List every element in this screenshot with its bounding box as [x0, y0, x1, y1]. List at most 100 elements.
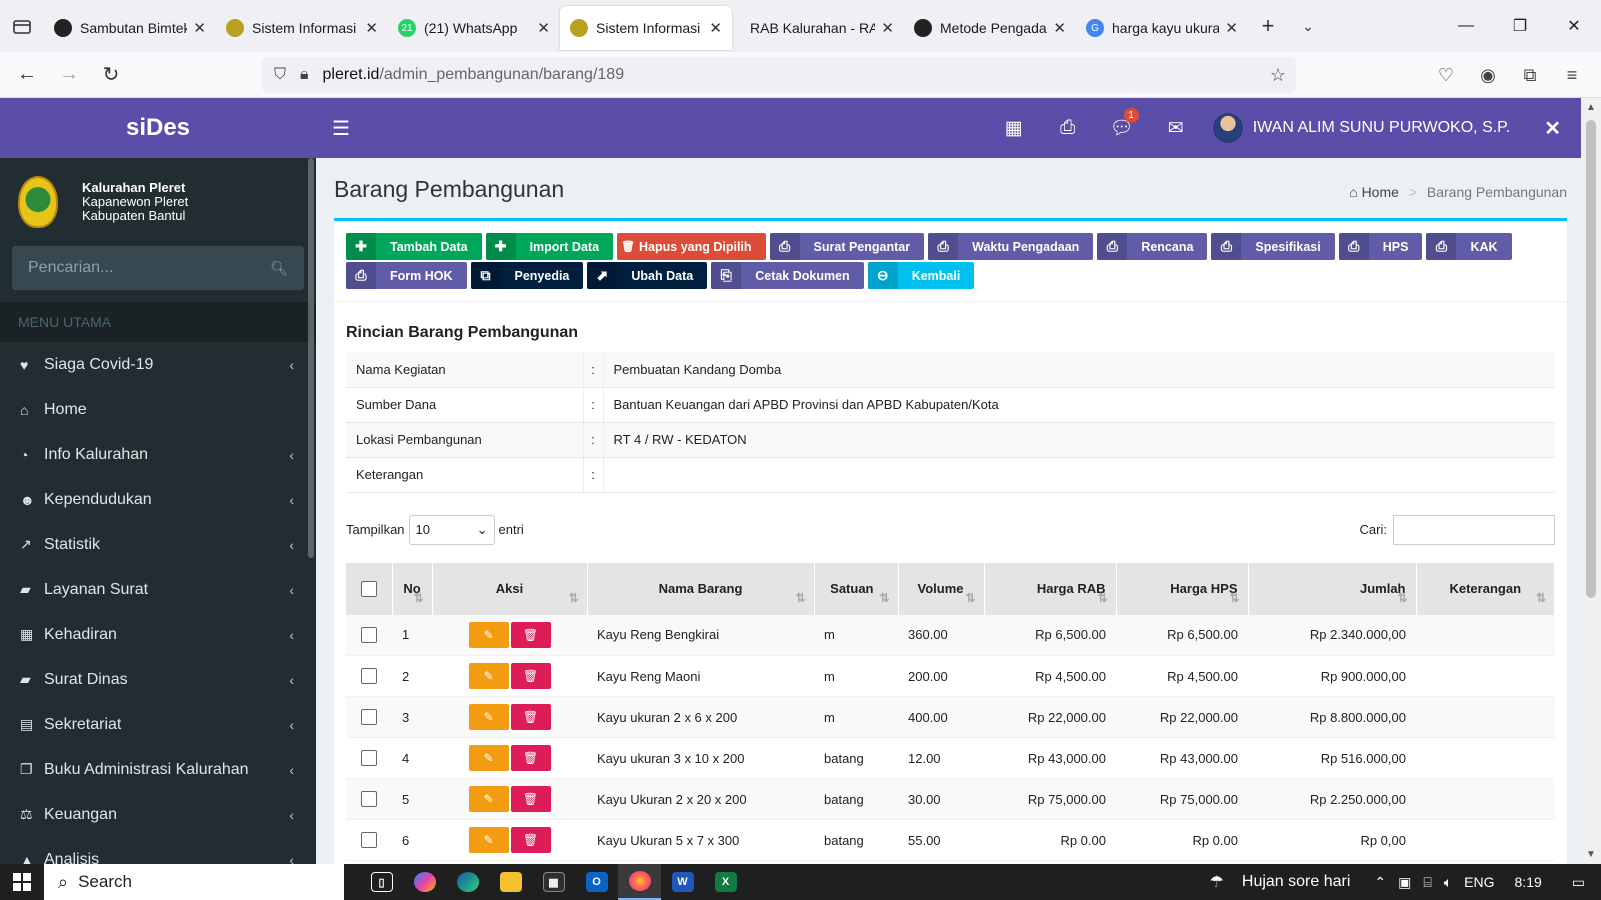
firefox-icon[interactable] — [618, 864, 661, 900]
edit-icon[interactable]: ✎ — [468, 663, 509, 689]
sidebar-scrollbar[interactable] — [308, 158, 314, 558]
kembali-button[interactable]: ⊖ Kembali — [867, 262, 975, 289]
trash-icon[interactable]: 🗑 — [510, 663, 551, 689]
close-tab-icon[interactable]: ✕ — [1053, 19, 1066, 37]
trash-icon[interactable]: 🗑 — [510, 827, 551, 853]
edge-icon[interactable] — [446, 864, 489, 900]
close-icon[interactable]: ✕ — [1544, 116, 1561, 141]
lock-icon[interactable]: 🔒︎ — [300, 66, 309, 84]
restore-icon[interactable]: ❐ — [1493, 0, 1547, 52]
row-checkbox[interactable] — [361, 750, 377, 767]
shield-icon[interactable]: ⛉ — [274, 66, 286, 84]
hapus-dipilih-button[interactable]: 🗑 Hapus yang Dipilih — [617, 233, 766, 260]
print-icon[interactable]: ⎙ — [1041, 117, 1095, 139]
sidebar-item-siaga-covid-19[interactable]: ♥ Siaga Covid-19 ‹ — [0, 342, 316, 387]
weather-text[interactable]: Hujan sore hari — [1242, 873, 1351, 891]
row-checkbox[interactable] — [361, 709, 377, 726]
meet-icon[interactable]: ▣ — [1398, 874, 1411, 891]
browser-tab[interactable]: Gharga kayu ukuran ✕ — [1076, 6, 1248, 50]
col-no[interactable]: No ⇅ — [392, 562, 433, 615]
rencana-button[interactable]: ⎙ Rencana — [1097, 233, 1208, 260]
brand-logo[interactable]: siDes — [0, 98, 316, 158]
edit-icon[interactable]: ✎ — [468, 704, 509, 730]
close-tab-icon[interactable]: ✕ — [193, 19, 206, 37]
import-data-button[interactable]: ✚ Import Data — [485, 233, 614, 260]
windows-start-button[interactable] — [0, 873, 44, 891]
col-harga-hps[interactable]: Harga HPS ⇅ — [1116, 562, 1249, 615]
col-harga-rab[interactable]: Harga RAB ⇅ — [984, 562, 1117, 615]
sidebar-item-statistik[interactable]: ↗ Statistik ‹ — [0, 522, 316, 567]
select-all-checkbox[interactable] — [360, 580, 377, 597]
close-tab-icon[interactable]: ✕ — [709, 19, 722, 37]
minimize-icon[interactable]: — — [1439, 0, 1493, 52]
excel-icon[interactable]: X — [704, 864, 747, 900]
close-tab-icon[interactable]: ✕ — [881, 19, 894, 37]
col-nama-barang[interactable]: Nama Barang ⇅ — [587, 562, 815, 615]
row-checkbox[interactable] — [361, 668, 377, 685]
table-search-input[interactable] — [1393, 514, 1555, 545]
envelope-icon[interactable]: ✉ — [1149, 117, 1203, 140]
extensions-icon[interactable]: ⧉ — [1509, 65, 1551, 86]
edit-icon[interactable]: ✎ — [468, 745, 509, 771]
sidebar-item-analisis[interactable]: ▲ Analisis ‹ — [0, 837, 316, 865]
close-tab-icon[interactable]: ✕ — [1225, 19, 1238, 37]
language-indicator[interactable]: ENG — [1464, 874, 1494, 890]
sidebar-item-sekretariat[interactable]: ▤ Sekretariat ‹ — [0, 702, 316, 747]
trash-icon[interactable]: 🗑 — [510, 786, 551, 812]
breadcrumb-home[interactable]: Home — [1362, 184, 1399, 200]
form-hok-button[interactable]: ⎙ Form HOK — [346, 262, 467, 289]
sidebar-item-layanan-surat[interactable]: ▰ Layanan Surat ‹ — [0, 567, 316, 612]
pocket-icon[interactable]: ♡ — [1425, 65, 1467, 86]
close-tab-icon[interactable]: ✕ — [537, 19, 550, 37]
col-aksi[interactable]: Aksi ⇅ — [432, 562, 588, 615]
browser-tab[interactable]: Metode Pengadaa ✕ — [904, 6, 1076, 50]
sidebar-item-kependudukan[interactable]: ☻ Kependudukan ‹ — [0, 477, 316, 522]
outlook-icon[interactable]: O — [575, 864, 618, 900]
cetak-dokumen-button[interactable]: ⎘ Cetak Dokumen — [711, 262, 864, 289]
hamburger-icon[interactable]: ☰ — [332, 116, 350, 141]
network-icon[interactable]: ⌸ — [1423, 874, 1431, 891]
file-explorer-icon[interactable] — [489, 864, 532, 900]
forward-icon[interactable]: → — [48, 63, 90, 86]
row-checkbox[interactable] — [361, 832, 377, 849]
col-satuan[interactable]: Satuan ⇅ — [814, 562, 899, 615]
browser-tab[interactable]: Sistem Informasi K ✕ — [216, 6, 388, 50]
kak-button[interactable]: ⎙ KAK — [1426, 233, 1512, 260]
col-keterangan[interactable]: Keterangan ⇅ — [1416, 562, 1555, 615]
store-icon[interactable]: ▦ — [532, 864, 575, 900]
task-view-icon[interactable]: ▯ — [360, 864, 403, 900]
taskbar-search[interactable]: ⌕ Search — [44, 864, 344, 900]
notifications-icon[interactable]: ▭ — [1572, 874, 1585, 891]
surat-pengantar-button[interactable]: ⎙ Surat Pengantar — [769, 233, 925, 260]
edit-icon[interactable]: ✎ — [468, 786, 509, 812]
penyedia-button[interactable]: ⧉ Penyedia — [470, 262, 584, 289]
scroll-thumb[interactable] — [1586, 120, 1596, 598]
sidebar-item-kehadiran[interactable]: ▦ Kehadiran ‹ — [0, 612, 316, 657]
sidebar-item-keuangan[interactable]: ⚖ Keuangan ‹ — [0, 792, 316, 837]
scroll-down-icon[interactable]: ▼ — [1581, 849, 1601, 860]
trash-icon[interactable]: 🗑 — [510, 704, 551, 730]
trash-icon[interactable]: 🗑 — [510, 745, 551, 771]
back-icon[interactable]: ← — [6, 63, 48, 86]
sidebar-item-surat-dinas[interactable]: ▰ Surat Dinas ‹ — [0, 657, 316, 702]
close-window-icon[interactable]: ✕ — [1547, 0, 1601, 52]
clock[interactable]: 8:19 — [1515, 874, 1542, 890]
edit-icon[interactable]: ✎ — [468, 621, 509, 648]
tab-list-icon[interactable] — [0, 0, 44, 52]
address-bar[interactable]: ⛉ 🔒︎ pleret.id/admin_pembangunan/barang/… — [262, 57, 1296, 93]
sidebar-item-info-kalurahan[interactable]: ◔ Info Kalurahan ‹ — [0, 432, 316, 477]
avatar[interactable] — [1212, 113, 1243, 143]
sidebar-search-input[interactable] — [28, 259, 271, 277]
sidebar-item-buku-administrasi-kalurahan[interactable]: ❐ Buku Administrasi Kalurahan ‹ — [0, 747, 316, 792]
chevron-down-icon[interactable]: ⌄ — [1288, 18, 1328, 35]
calendar-icon[interactable]: ▦ — [987, 117, 1041, 140]
row-checkbox[interactable] — [361, 627, 377, 644]
chevron-up-icon[interactable]: ⌃ — [1374, 874, 1386, 891]
hps-button[interactable]: ⎙ HPS — [1338, 233, 1423, 260]
browser-tab[interactable]: 21 (21) WhatsApp ✕ — [388, 6, 560, 50]
page-length-select[interactable]: 10 ⌄ — [408, 514, 495, 545]
close-tab-icon[interactable]: ✕ — [365, 19, 378, 37]
waktu-pengadaan-button[interactable]: ⎙ Waktu Pengadaan — [928, 233, 1094, 260]
browser-tab[interactable]: RAB Kalurahan - RAB ✕ — [732, 6, 904, 50]
search-icon[interactable]: 🔍︎ — [270, 260, 288, 277]
